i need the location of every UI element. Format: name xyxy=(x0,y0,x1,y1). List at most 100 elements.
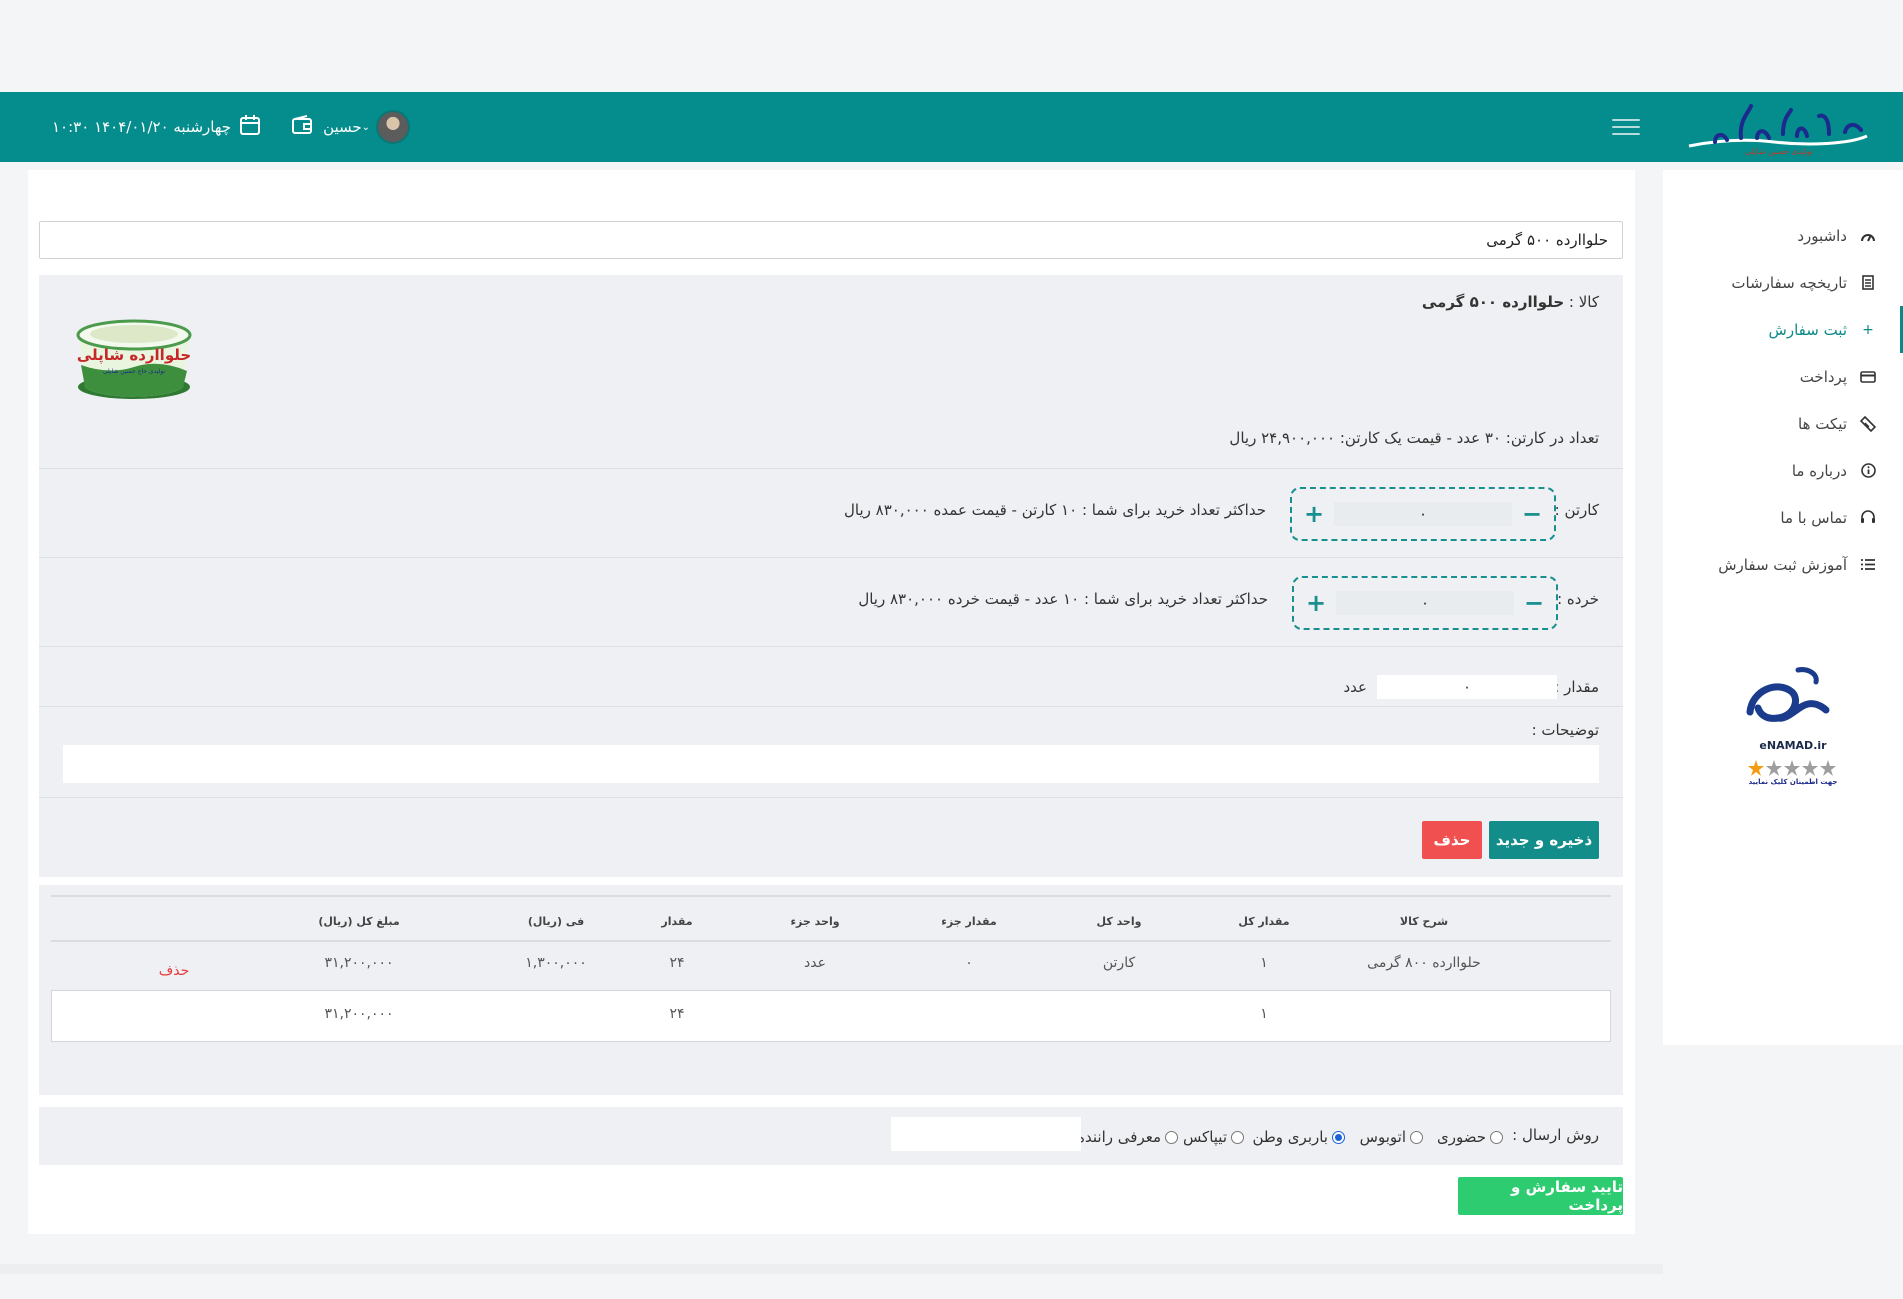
radio-button[interactable] xyxy=(1165,1130,1178,1144)
brand-logo[interactable]: تولیدی حسین شاپلی xyxy=(1679,96,1879,158)
carton-plus-button[interactable]: + xyxy=(1302,502,1326,526)
user-name: حسین xyxy=(323,118,362,136)
radio-button-selected[interactable] xyxy=(1332,1130,1345,1144)
retail-label: خرده : xyxy=(1557,590,1599,608)
user-menu[interactable]: حسین ⌄ xyxy=(323,118,376,136)
sidebar-item-label: آموزش ثبت سفارش xyxy=(1718,555,1847,574)
radio-button[interactable] xyxy=(1490,1130,1503,1144)
description-label: توضیحات : xyxy=(1531,721,1599,739)
retail-minus-button[interactable]: − xyxy=(1522,591,1546,615)
retail-note: حداکثر تعداد خرید برای شما : ۱۰ عدد - قی… xyxy=(858,590,1268,608)
divider xyxy=(39,706,1623,707)
option-label: معرفی راننده : xyxy=(1067,1128,1161,1146)
option-label: باربری وطن xyxy=(1252,1128,1328,1146)
cell-qty: ۲۴ xyxy=(669,955,685,971)
column-header-qty: مقدار xyxy=(661,915,693,928)
column-header-part-qty: مقدار جزء xyxy=(941,915,997,928)
divider xyxy=(39,797,1623,798)
sidebar-item-contact[interactable]: تماس با ما xyxy=(1663,494,1903,541)
sidebar-item-tickets[interactable]: تیکت ها xyxy=(1663,400,1903,447)
column-header-total-qty: مقدار کل xyxy=(1238,915,1290,928)
driver-name-input[interactable] xyxy=(891,1117,1081,1151)
chevron-down-icon: ⌄ xyxy=(361,121,371,133)
calendar-icon xyxy=(239,114,261,140)
description-input[interactable] xyxy=(63,745,1599,783)
total-cell-amount: ۳۱,۲۰۰,۰۰۰ xyxy=(324,1006,394,1022)
shipping-option-driver[interactable]: معرفی راننده : xyxy=(1067,1128,1178,1146)
list-icon xyxy=(1859,558,1877,571)
sidebar-item-payment[interactable]: پرداخت xyxy=(1663,353,1903,400)
column-header-total-unit: واحد کل xyxy=(1096,915,1142,928)
amount-value: ۰ xyxy=(1462,678,1472,696)
option-label: حضوری xyxy=(1436,1128,1486,1146)
plus-icon: + xyxy=(1862,321,1874,338)
confirm-order-button[interactable]: تایید سفارش و پرداخت xyxy=(1458,1177,1623,1215)
sidebar-item-dashboard[interactable]: داشبورد xyxy=(1663,212,1903,259)
sidebar-item-tutorial[interactable]: آموزش ثبت سفارش xyxy=(1663,541,1903,588)
svg-text:تولیدی حسین شاپلی: تولیدی حسین شاپلی xyxy=(1745,147,1813,156)
sidebar-item-label: داشبورد xyxy=(1797,226,1847,245)
sidebar-item-order-history[interactable]: تاریخچه سفارشات xyxy=(1663,259,1903,306)
ticket-icon xyxy=(1859,415,1877,432)
product-line: کالا : حلواارده ۵۰۰ گرمی xyxy=(1422,293,1599,311)
column-header-unit-price: فی (ریال) xyxy=(527,915,585,928)
amount-unit: عدد xyxy=(1343,678,1367,696)
column-header-amount: مبلغ کل (ریال) xyxy=(318,915,400,928)
divider xyxy=(39,468,1623,469)
shipping-label: روش ارسال : xyxy=(1512,1126,1599,1144)
cell-amount: ۳۱,۲۰۰,۰۰۰ xyxy=(324,955,394,971)
option-label: تیپاکس xyxy=(1182,1128,1227,1146)
shipping-method-panel: روش ارسال : حضوری اتوبوس باربری وطن تیپا… xyxy=(39,1107,1623,1165)
wallet-icon[interactable] xyxy=(291,115,313,139)
product-image: حلواارده شاپلی تولیدی حاج حسین شاپلی xyxy=(69,305,199,405)
amount-field[interactable]: ۰ xyxy=(1377,675,1557,699)
avatar[interactable] xyxy=(376,110,411,144)
date-text: چهارشنبه ۱۴۰۴/۰۱/۲۰ ۱۰:۳۰ xyxy=(52,118,232,136)
menu-toggle-button[interactable] xyxy=(1612,119,1640,137)
carton-minus-button[interactable]: − xyxy=(1520,502,1544,526)
sidebar-item-label: درباره ما xyxy=(1791,461,1847,480)
cell-total-qty: ۱ xyxy=(1260,955,1268,971)
info-icon xyxy=(1859,463,1877,478)
divider xyxy=(39,557,1623,558)
retail-value[interactable]: ۰ xyxy=(1336,591,1514,615)
sidebar-item-about[interactable]: درباره ما xyxy=(1663,447,1903,494)
svg-text:تولیدی حاج حسین شاپلی: تولیدی حاج حسین شاپلی xyxy=(103,368,166,375)
carton-note: حداکثر تعداد خرید برای شما : ۱۰ کارتن - … xyxy=(844,501,1266,519)
save-and-new-button[interactable]: ذخیره و جدید xyxy=(1489,821,1599,859)
shipping-option-in-person[interactable]: حضوری xyxy=(1437,1128,1503,1146)
option-label: اتوبوس xyxy=(1359,1128,1406,1146)
shipping-option-tipax[interactable]: تیپاکس xyxy=(1183,1128,1244,1146)
order-form-panel: کالا : حلواارده ۵۰۰ گرمی حلواارده شاپلی … xyxy=(39,275,1623,877)
sidebar-item-label: پرداخت xyxy=(1799,367,1847,386)
cell-total-unit: کارتن xyxy=(1102,955,1136,971)
retail-plus-button[interactable]: + xyxy=(1304,591,1328,615)
enamad-caption: جهت اطمینان کلیک نمایید xyxy=(1748,778,1838,786)
carton-value[interactable]: ۰ xyxy=(1334,502,1512,526)
cell-part-qty: ۰ xyxy=(965,955,973,971)
row-delete-link[interactable]: حذف xyxy=(159,963,190,979)
total-cell-total-qty: ۱ xyxy=(1260,1006,1268,1022)
document-icon xyxy=(1859,275,1877,290)
order-items-table: شرح کالا مقدار کل واحد کل مقدار جزء واحد… xyxy=(39,885,1623,1095)
carton-stepper[interactable]: − ۰ + xyxy=(1290,487,1556,541)
delete-button[interactable]: حذف xyxy=(1422,821,1482,859)
cell-description: حلواارده ۸۰۰ گرمی xyxy=(1367,955,1481,971)
enamad-label: eNAMAD.ir xyxy=(1759,739,1827,752)
search-value: حلواارده ۵۰۰ گرمی xyxy=(1486,231,1608,249)
column-header-part-unit: واحد جزء xyxy=(790,915,840,928)
top-bar: تولیدی حسین شاپلی حسین ⌄ چهارشنبه ۱۴۰۴/۰… xyxy=(0,92,1903,162)
table-top-border xyxy=(51,895,1611,897)
shipping-option-vatan-freight[interactable]: باربری وطن xyxy=(1252,1128,1345,1146)
column-header-description: شرح کالا xyxy=(1399,915,1449,928)
product-search-input[interactable]: حلواارده ۵۰۰ گرمی xyxy=(39,221,1623,259)
sidebar-item-new-order[interactable]: + ثبت سفارش xyxy=(1663,306,1903,353)
radio-button[interactable] xyxy=(1231,1130,1244,1144)
radio-button[interactable] xyxy=(1410,1130,1423,1144)
shipping-option-bus[interactable]: اتوبوس xyxy=(1360,1128,1423,1146)
table-totals-row: ۱ ۲۴ ۳۱,۲۰۰,۰۰۰ xyxy=(51,990,1611,1042)
retail-stepper[interactable]: − ۰ + xyxy=(1292,576,1558,630)
carton-label: کارتن : xyxy=(1554,501,1599,519)
main-content: حلواارده ۵۰۰ گرمی کالا : حلواارده ۵۰۰ گر… xyxy=(28,170,1635,1234)
enamad-badge[interactable]: eNAMAD.ir جهت اطمینان کلیک نمایید xyxy=(1738,660,1848,794)
